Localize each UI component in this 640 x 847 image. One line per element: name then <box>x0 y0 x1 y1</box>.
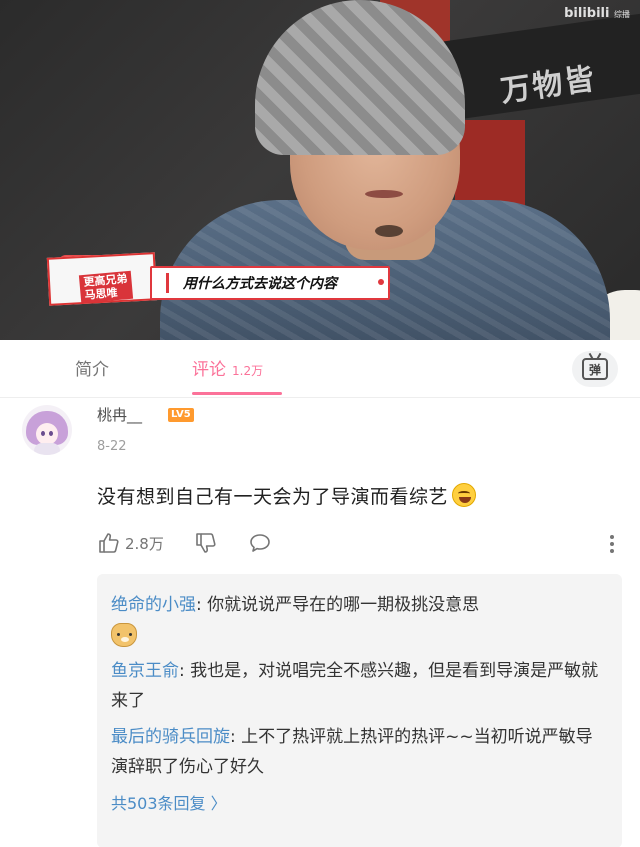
laughing-emoji-icon <box>452 483 477 507</box>
reply-text: : 你就说说严导在的哪一期极挑没意思 <box>196 595 480 615</box>
reply-text: : 我也是，对说唱完全不感兴趣，但是看到导演是严敏就来了 <box>111 661 599 711</box>
thumbs-down-icon <box>196 533 216 553</box>
avatar[interactable] <box>22 405 72 455</box>
tab-intro[interactable]: 简介 <box>75 355 109 380</box>
reply-item: 最后的骑兵回旋: 上不了热评就上热评的热评~~当初听说严敏导演辞职了伤心了好久 <box>111 722 608 782</box>
comment-username[interactable]: 桃冉__ <box>97 404 142 425</box>
reply-button[interactable] <box>248 531 272 555</box>
mouth <box>365 190 403 198</box>
like-count: 2.8万 <box>125 534 164 553</box>
more-dot-icon <box>610 542 614 546</box>
avatar-body <box>34 443 60 455</box>
more-dot-icon <box>610 549 614 553</box>
speech-bubble-icon <box>250 534 270 552</box>
comment-body: 没有想到自己有一天会为了导演而看综艺 <box>97 482 477 509</box>
tab-comments[interactable]: 评论 1.2万 <box>192 355 263 380</box>
watermark-sub: 综播 <box>614 10 630 19</box>
beard <box>375 225 403 237</box>
bilibili-watermark: bilibili 综播 <box>564 6 630 21</box>
caption-dot <box>378 279 384 285</box>
reply-preview-box[interactable]: 绝命的小强: 你就说说严导在的哪一期极挑没意思 鱼京王俞: 我也是，对说唱完全不… <box>97 574 622 847</box>
more-dot-icon <box>610 535 614 539</box>
tab-active-indicator <box>192 392 282 395</box>
avatar-right-eye <box>49 431 53 436</box>
like-button[interactable]: 2.8万 <box>97 531 164 555</box>
doge-emoji-icon <box>111 623 137 647</box>
checkered-beanie <box>255 0 465 155</box>
avatar-face <box>36 423 58 445</box>
caption-text: 用什么方式去说这个内容 <box>183 276 337 292</box>
tab-comments-label: 评论 <box>192 360 226 380</box>
video-player[interactable]: 万物皆 更高兄弟 马思唯 用什么方式去说这个内容 bilibili 综播 <box>0 0 640 340</box>
danmaku-tv-icon: 弹 <box>582 358 608 380</box>
reply-username[interactable]: 绝命的小强 <box>111 595 196 615</box>
thumbs-up-icon <box>99 533 119 553</box>
reply-username[interactable]: 最后的骑兵回旋 <box>111 727 230 747</box>
more-options-button[interactable] <box>602 532 622 556</box>
tab-comments-count: 1.2万 <box>232 364 264 378</box>
dislike-button[interactable] <box>194 531 218 555</box>
caption-bar: 用什么方式去说这个内容 <box>150 266 390 300</box>
danmaku-button[interactable]: 弹 <box>572 351 618 387</box>
level-badge: LV5 <box>168 408 194 422</box>
reply-item: 鱼京王俞: 我也是，对说唱完全不感兴趣，但是看到导演是严敏就来了 <box>111 656 608 716</box>
comment-actions: 2.8万 <box>97 530 272 556</box>
caption-divider <box>166 273 169 293</box>
reply-item: 绝命的小强: 你就说说严导在的哪一期极挑没意思 <box>111 590 608 650</box>
comment-text: 没有想到自己有一天会为了导演而看综艺 <box>97 486 449 508</box>
reply-username[interactable]: 鱼京王俞 <box>111 661 179 681</box>
danmaku-label: 弹 <box>588 362 601 377</box>
caption-tag: 更高兄弟 马思唯 <box>78 270 134 304</box>
avatar-left-eye <box>41 431 45 436</box>
comment-date: 8-22 <box>97 439 127 454</box>
view-all-replies-link[interactable]: 共503条回复 〉 <box>111 790 608 814</box>
watermark-text: bilibili <box>564 6 610 21</box>
tab-bar: 简介 评论 1.2万 <box>0 340 640 398</box>
